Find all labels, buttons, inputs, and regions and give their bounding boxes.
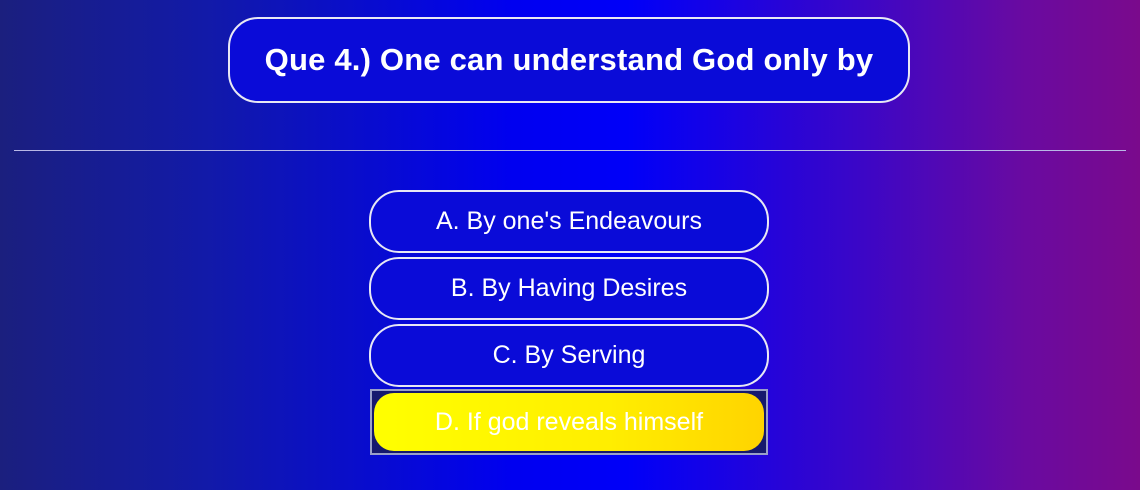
option-c-button[interactable]: C. By Serving bbox=[369, 324, 769, 387]
option-d-button[interactable]: D. If god reveals himself bbox=[370, 389, 768, 455]
divider bbox=[14, 150, 1126, 151]
option-b-button[interactable]: B. By Having Desires bbox=[369, 257, 769, 320]
option-d-label: D. If god reveals himself bbox=[434, 407, 704, 436]
question-text: Que 4.) One can understand God only by bbox=[264, 42, 874, 77]
question-box: Que 4.) One can understand God only by bbox=[228, 17, 910, 103]
option-c-label: C. By Serving bbox=[492, 341, 646, 369]
option-a-button[interactable]: A. By one's Endeavours bbox=[369, 190, 769, 253]
option-d-selected-fill: D. If god reveals himself bbox=[374, 393, 764, 451]
option-a-label: A. By one's Endeavours bbox=[435, 207, 703, 235]
option-b-label: B. By Having Desires bbox=[450, 274, 688, 302]
